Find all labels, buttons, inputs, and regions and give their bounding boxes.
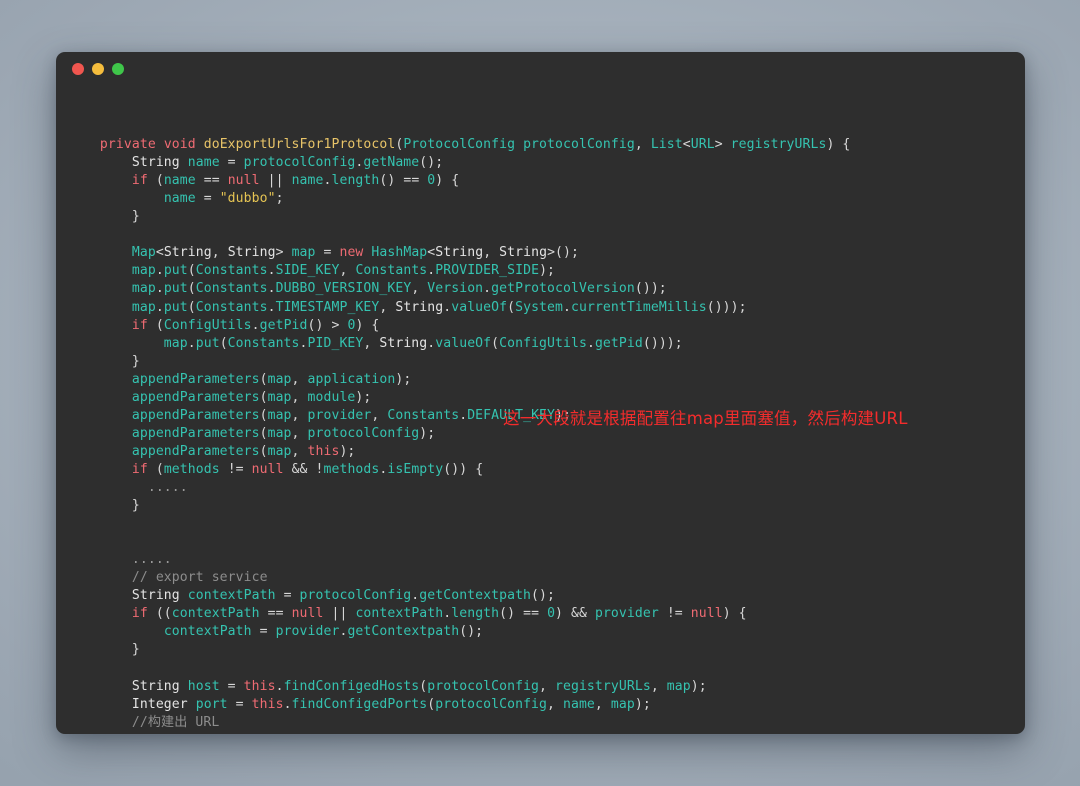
- window-titlebar: [56, 52, 1025, 86]
- code-content-area[interactable]: private void doExportUrlsFor1Protocol(Pr…: [56, 86, 1025, 734]
- close-window-button[interactable]: [72, 63, 84, 75]
- red-annotation-note: 这一大段就是根据配置往map里面塞值，然后构建URL: [503, 409, 908, 428]
- code-editor-window: private void doExportUrlsFor1Protocol(Pr…: [56, 52, 1025, 734]
- code-block[interactable]: private void doExportUrlsFor1Protocol(Pr…: [68, 136, 1015, 734]
- maximize-window-button[interactable]: [112, 63, 124, 75]
- minimize-window-button[interactable]: [92, 63, 104, 75]
